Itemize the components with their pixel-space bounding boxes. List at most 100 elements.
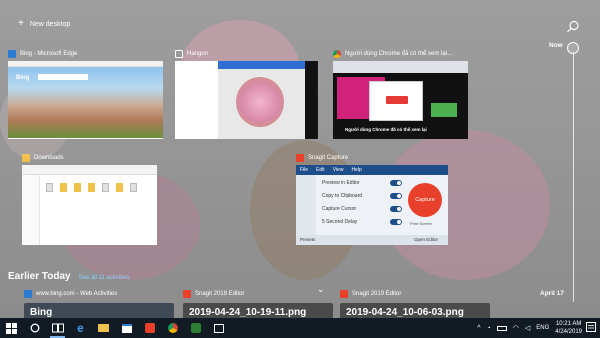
- article-caption: Người dùng Chrome đã có thể xem lại: [345, 127, 427, 132]
- window-title-bar: Bing - Microsoft Edge: [8, 48, 77, 60]
- new-desktop-label: New desktop: [29, 20, 71, 28]
- activity-card-text: 2019-04-24_10-19-11.png: [189, 307, 307, 318]
- volume-icon[interactable]: ◁: [525, 324, 530, 332]
- system-tray: ^ ◔ ◠ ◁ ENG 10:21 AM 4/24/2019: [477, 318, 600, 338]
- task-view-button[interactable]: [46, 318, 69, 338]
- taskbar-snagit-editor[interactable]: [184, 318, 207, 338]
- open-editor-label: Open Editor: [414, 237, 439, 242]
- file-icon: [102, 183, 109, 192]
- snagit-editor-icon: [190, 323, 201, 333]
- taskbar-file-explorer[interactable]: [92, 318, 115, 338]
- window-title-bar: Downloads: [22, 152, 64, 164]
- print-screen-label: Print Screen: [410, 221, 433, 226]
- folder-icon: [116, 183, 123, 192]
- activity-card-snagit-2[interactable]: 2019-04-24_10-06-03.png: [340, 303, 490, 319]
- clock[interactable]: 10:21 AM 4/24/2019: [555, 320, 582, 336]
- start-button[interactable]: [0, 318, 23, 338]
- see-all-activities-link[interactable]: See all 11 activities: [79, 275, 130, 281]
- taskbar-chrome[interactable]: [161, 318, 184, 338]
- store-icon: [121, 323, 132, 333]
- page-left-area: [175, 61, 218, 139]
- taskbar-edge[interactable]: e: [69, 318, 92, 338]
- option-toggle: [390, 180, 402, 186]
- activity-card-bing[interactable]: Bing: [24, 303, 174, 319]
- window-preview: Người dùng Chrome đã có thể xem lại: [333, 61, 468, 139]
- chrome-icon: [167, 323, 178, 333]
- presets-label: Presets: [300, 237, 316, 242]
- edge-icon: [24, 290, 32, 298]
- taskbar-snagit[interactable]: [138, 318, 161, 338]
- window-thumbnail-chrome[interactable]: Người dùng Chrome đã có thể xem lại… Ngư…: [333, 48, 473, 140]
- dialog-button: [386, 96, 408, 104]
- window-thumbnail-edge[interactable]: Bing - Microsoft Edge Bing: [8, 48, 163, 140]
- file-icon: [130, 183, 137, 192]
- ad-banner: [431, 103, 457, 117]
- option-toggle: [390, 193, 402, 199]
- blossom-photo: [236, 77, 284, 127]
- photos-icon: [175, 50, 183, 58]
- snagit-side-panel: [296, 175, 316, 235]
- new-desktop-button[interactable]: + New desktop: [18, 19, 70, 29]
- window-thumbnail-snagit[interactable]: Snagit Capture File Edit View Help Previ…: [296, 152, 451, 252]
- notification-icon[interactable]: [586, 322, 596, 334]
- task-view-icon: [51, 323, 64, 333]
- menu-edit: Edit: [316, 167, 325, 173]
- file-icon: [46, 183, 53, 192]
- folder-icon: [74, 183, 81, 192]
- edge-icon: e: [77, 321, 84, 335]
- chevron-up-icon[interactable]: ^: [477, 325, 480, 332]
- network-icon[interactable]: ◔: [487, 325, 491, 332]
- folder-icon: [88, 183, 95, 192]
- window-title: Snagit Capture: [308, 155, 349, 161]
- file-explorer-icon: [98, 324, 109, 332]
- option-toggle: [390, 219, 402, 225]
- window-title: Downloads: [34, 155, 64, 161]
- timeline-date-label: April 17: [540, 290, 564, 297]
- window-preview: [175, 61, 318, 139]
- window-thumbnail-downloads[interactable]: Downloads: [22, 152, 162, 252]
- window-preview: File Edit View Help Preview in Editor Co…: [296, 165, 448, 245]
- folder-icon: [60, 183, 67, 192]
- language-indicator[interactable]: ENG: [536, 325, 549, 331]
- earlier-today-section: Earlier Today See all 11 activities: [8, 271, 130, 282]
- cortana-button[interactable]: [23, 318, 46, 338]
- edge-icon: [8, 50, 16, 58]
- activity-label: Snagit 2019 Editor: [195, 291, 245, 297]
- window-title-bar: Người dùng Chrome đã có thể xem lại…: [333, 48, 453, 60]
- search-icon[interactable]: [566, 20, 580, 34]
- article-page: Người dùng Chrome đã có thể xem lại: [333, 73, 468, 139]
- taskbar-store[interactable]: [115, 318, 138, 338]
- activity-card-snagit-1[interactable]: 2019-04-24_10-19-11.png: [183, 303, 333, 319]
- window-thumbnail-hangon[interactable]: Hangon: [175, 48, 320, 140]
- taskbar-photos[interactable]: [207, 318, 230, 338]
- chevron-down-icon[interactable]: ⌄: [317, 284, 327, 294]
- chrome-dialog: [369, 81, 423, 121]
- activity-label: www.bing.com - Web Activities: [36, 291, 118, 297]
- snagit-menu-bar: File Edit View Help: [296, 165, 448, 175]
- window-preview: Bing: [8, 61, 163, 139]
- clock-time: 10:21 AM: [555, 321, 582, 327]
- activity-label: Snagit 2019 Editor: [352, 291, 402, 297]
- battery-icon[interactable]: [496, 325, 507, 331]
- window-title: Bing - Microsoft Edge: [20, 51, 78, 57]
- wifi-icon[interactable]: ◠: [513, 324, 519, 332]
- capture-button: Capture: [408, 183, 442, 217]
- menu-file: File: [300, 167, 309, 173]
- folder-icon: [22, 154, 30, 162]
- page-right-area: [305, 61, 317, 139]
- activity-card-text: 2019-04-24_10-06-03.png: [346, 307, 464, 318]
- option-label: Preview in Editor: [322, 180, 360, 186]
- snagit-icon: [296, 154, 304, 162]
- bing-search-box: [38, 74, 88, 80]
- snagit-footer: Presets Open Editor: [296, 235, 448, 245]
- activity-title: Snagit 2019 Editor: [183, 290, 244, 298]
- activity-title: Snagit 2019 Editor: [340, 290, 401, 298]
- option-label: Copy to Clipboard: [322, 193, 363, 199]
- section-heading: Earlier Today: [8, 271, 71, 282]
- bing-logo: Bing: [16, 75, 30, 81]
- photos-icon: [213, 323, 224, 333]
- timeline-track[interactable]: [573, 52, 574, 302]
- photo-header: [218, 61, 305, 69]
- plus-icon: +: [18, 18, 24, 29]
- menu-view: View: [332, 167, 344, 173]
